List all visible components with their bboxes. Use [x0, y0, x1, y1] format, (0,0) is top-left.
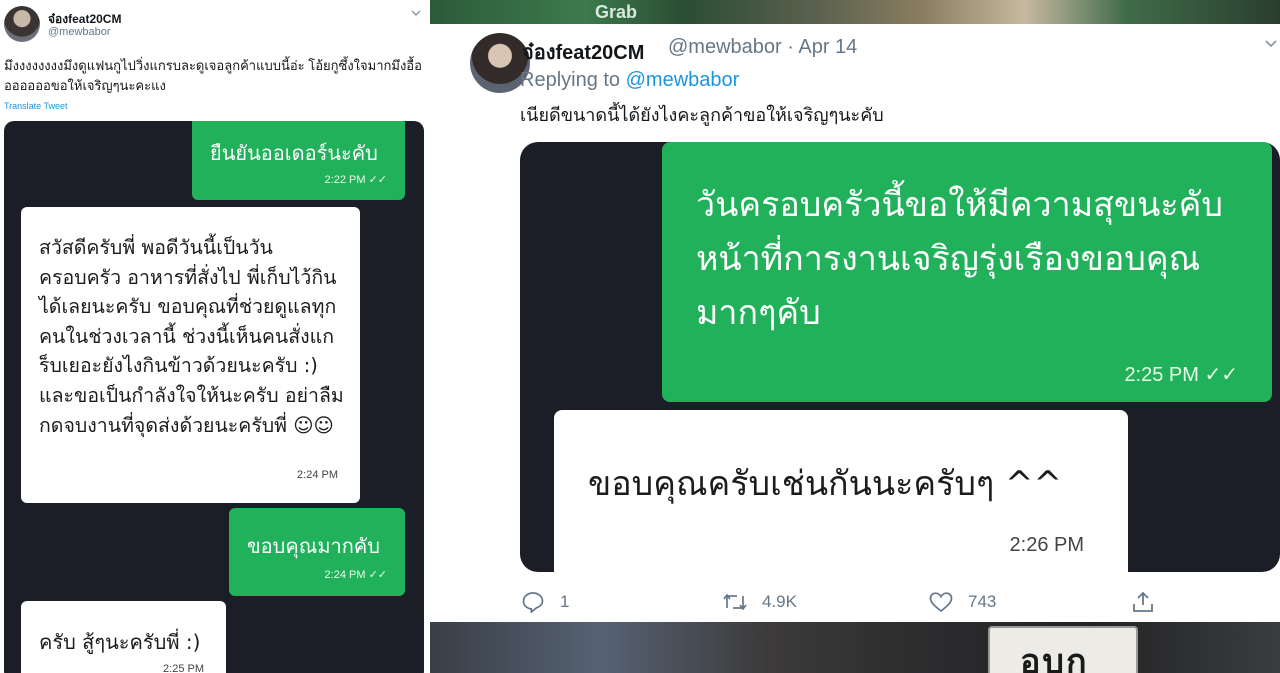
like-button[interactable]: 743: [928, 590, 996, 614]
chat-bubble-sent: ขอบคุณมากคับ 2:24 PM ✓✓: [229, 508, 405, 596]
author-name[interactable]: จ๋องfeat20CM: [522, 36, 644, 68]
avatar[interactable]: [4, 6, 40, 42]
background-photo-top: Grab: [430, 0, 1280, 24]
license-plate: อบก: [988, 626, 1138, 673]
left-tweet-card: จ๋องfeat20CM @mewbabor มึงงงงงงงงมึงดูแฟ…: [0, 0, 430, 673]
message-time: 2:24 PM: [297, 469, 338, 481]
chat-bubble-received: สวัสดีครับพี่ พอดีวันนี้เป็นวันครอบครัว …: [21, 207, 360, 503]
replying-to-mention[interactable]: @mewbabor: [626, 69, 740, 91]
tweet-text: มึงงงงงงงงมึงดูแฟนกูไปวิ่งแกรบละดูเจอลูก…: [4, 58, 422, 93]
replying-to-label: Replying to: [520, 69, 621, 91]
message-time: 2:26 PM: [1009, 534, 1084, 556]
chat-bubble-received: ขอบคุณครับเช่นกันนะครับๆ ^^ 2:26 PM: [554, 410, 1128, 572]
read-check-icon: ✓✓: [1204, 364, 1238, 386]
replying-to: Replying to @mewbabor: [520, 69, 739, 92]
tweet-text: เนียดีขนาดนี้ได้ยังไงคะลูกค้าขอให้เจริญๆ…: [520, 105, 884, 126]
right-tweet-card: จ๋องfeat20CM @mewbabor · Apr 14 Replying…: [470, 24, 1280, 622]
translate-tweet-link[interactable]: Translate Tweet: [4, 101, 68, 111]
message-text: วันครอบครัวนี้ขอให้มีความสุขนะคับ หน้าที…: [696, 185, 1223, 333]
share-button[interactable]: [1130, 590, 1156, 614]
message-text: ยืนยันออเดอร์นะคับ: [210, 141, 378, 165]
background-photo-bottom: อบก: [430, 622, 1280, 673]
message-time: 2:25 PM: [163, 663, 204, 673]
retweet-button[interactable]: 4.9K: [722, 590, 797, 614]
heart-icon: [928, 590, 954, 614]
chat-bubble-sent: วันครอบครัวนี้ขอให้มีความสุขนะคับ หน้าที…: [662, 142, 1272, 402]
grab-logo: Grab: [595, 2, 638, 22]
message-text: ขอบคุณมากคับ: [247, 534, 380, 558]
chevron-down-icon[interactable]: [410, 8, 422, 20]
like-count: 743: [968, 592, 997, 611]
reply-count: 1: [560, 592, 570, 611]
chat-bubble-sent: ยืนยันออเดอร์นะคับ 2:22 PM ✓✓: [192, 121, 405, 200]
chat-bubble-received: ครับ สู้ๆนะครับพี่ :) 2:25 PM: [21, 601, 226, 673]
message-time: 2:24 PM ✓✓: [324, 569, 387, 581]
message-time: 2:22 PM ✓✓: [324, 174, 387, 186]
left-tweet-header: จ๋องfeat20CM @mewbabor: [4, 4, 426, 44]
chevron-down-icon[interactable]: [1264, 36, 1278, 55]
read-check-icon: ✓✓: [368, 174, 387, 186]
license-plate-text: อบก: [1020, 642, 1089, 673]
reply-icon: [520, 590, 546, 614]
message-text: สวัสดีครับพี่ พอดีวันนี้เป็นวันครอบครัว …: [39, 236, 344, 437]
read-check-icon: ✓✓: [368, 569, 387, 581]
message-time: 2:25 PM ✓✓: [1124, 364, 1238, 386]
message-text: ครับ สู้ๆนะครับพี่ :): [39, 630, 201, 654]
tweet-actions: 1 4.9K 743: [520, 590, 1160, 614]
share-icon: [1130, 590, 1156, 614]
retweet-count: 4.9K: [762, 592, 797, 611]
author-handle[interactable]: @mewbabor: [48, 26, 111, 38]
chat-screenshot[interactable]: ยืนยันออเดอร์นะคับ 2:22 PM ✓✓ สวัสดีครับ…: [4, 121, 424, 673]
message-text: ขอบคุณครับเช่นกันนะครับๆ ^^: [588, 464, 1063, 504]
author-handle-date[interactable]: @mewbabor · Apr 14: [668, 36, 857, 59]
chat-screenshot[interactable]: วันครอบครัวนี้ขอให้มีความสุขนะคับ หน้าที…: [520, 142, 1280, 572]
reply-button[interactable]: 1: [520, 590, 569, 614]
retweet-icon: [722, 590, 748, 614]
